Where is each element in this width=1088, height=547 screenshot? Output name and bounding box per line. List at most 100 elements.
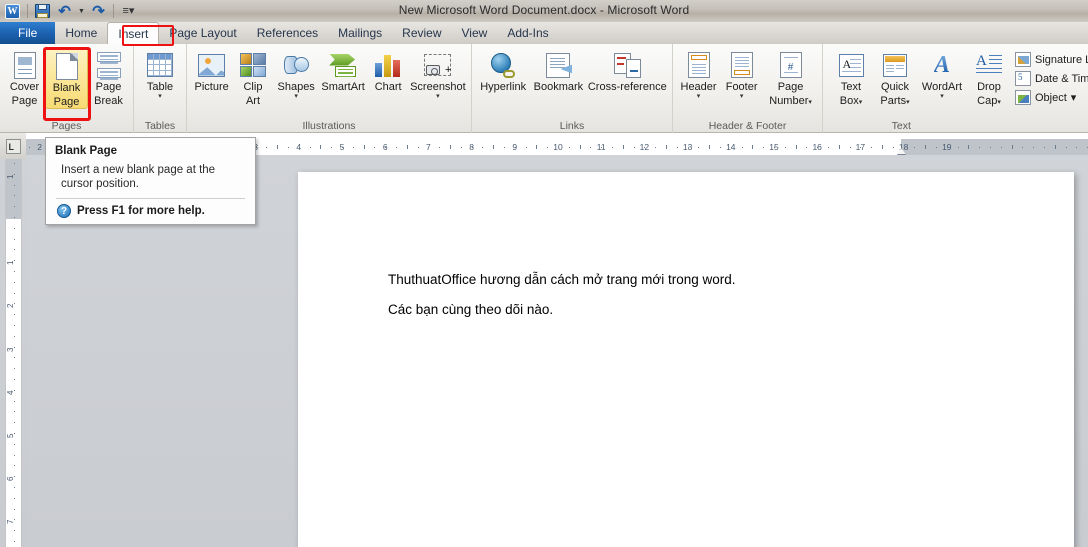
tab-file[interactable]: File [0,22,55,44]
ruler-tick [331,147,332,148]
ruler-tick [266,147,267,148]
smartart-label: SmartArt [321,82,364,94]
tab-view[interactable]: View [452,22,498,44]
text-box-dropdown-caret-icon[interactable]: ▾ [859,99,863,106]
cover-page-icon [10,50,40,80]
vertical-ruler[interactable]: 11234567 [5,159,22,547]
ruler-tick [439,147,440,148]
blank-page-button[interactable]: Blank Page [45,47,88,109]
ruler-tick [29,147,30,148]
group-label-links: Links [472,119,672,133]
vruler-tick [14,228,15,229]
smartart-icon [328,50,358,80]
ruler-tick [666,145,667,149]
paragraph-1: ThuthuatOffice hương dẫn cách mở trang m… [388,272,1028,288]
quick-parts-button[interactable]: Quick Parts▾ [873,47,917,107]
ruler-tick [482,147,483,148]
ribbon: Cover Page Blank Page [0,44,1088,133]
customize-qat-button[interactable]: ≡▾ [119,2,138,21]
document-body-text[interactable]: ThuthuatOffice hương dẫn cách mở trang m… [388,272,1028,318]
screenshot-dropdown-caret-icon[interactable]: ▾ [436,94,440,100]
picture-button[interactable]: Picture [191,47,232,94]
tab-stop-selector[interactable]: L [0,133,26,159]
drop-cap-button[interactable]: A Drop Cap▾ [967,47,1011,107]
ruler-tick [655,147,656,148]
footer-dropdown-caret-icon[interactable]: ▾ [740,94,744,100]
ruler-tick [698,147,699,148]
ribbon-group-pages: Cover Page Blank Page [0,44,133,133]
ruler-tick [461,147,462,148]
screenshot-button[interactable]: + Screenshot ▾ [409,47,467,100]
wordart-button[interactable]: A WordArt ▾ [917,47,967,100]
word-logo-button[interactable]: W [3,2,22,21]
vruler-tick [14,368,15,369]
document-page[interactable]: ThuthuatOffice hương dẫn cách mở trang m… [298,172,1074,547]
vruler-tick [14,217,15,218]
tab-add-ins[interactable]: Add-Ins [497,22,558,44]
page-number-button[interactable]: # Page Number▾ [763,47,818,107]
object-button[interactable]: Object ▾ [1011,88,1088,107]
tab-page-layout[interactable]: Page Layout [159,22,246,44]
quick-parts-label-2: Parts [880,95,906,107]
quick-parts-dropdown-caret-icon[interactable]: ▾ [906,99,910,106]
tab-stop-icon: L [6,139,21,154]
cross-reference-button[interactable]: Cross-reference [587,47,668,94]
tab-mailings[interactable]: Mailings [328,22,392,44]
ruler-tick [428,147,429,148]
page-break-label-1: Page [96,82,122,94]
table-icon [145,50,175,80]
vruler-tick [14,195,15,196]
vruler-number: 3 [6,344,22,355]
hyperlink-button[interactable]: Hyperlink [476,47,530,94]
ruler-tick [472,147,473,148]
tab-home[interactable]: Home [55,22,107,44]
shapes-button[interactable]: Shapes ▾ [274,47,319,100]
text-box-button[interactable]: A Text Box▾ [829,47,873,107]
drop-cap-dropdown-caret-icon[interactable]: ▾ [997,99,1001,106]
signature-line-button[interactable]: Signature Li [1011,50,1088,69]
cover-page-button[interactable]: Cover Page [4,47,45,107]
footer-button[interactable]: Footer ▾ [720,47,763,100]
clip-art-button[interactable]: Clip Art [232,47,273,107]
table-dropdown-caret-icon[interactable]: ▾ [158,94,162,100]
shapes-dropdown-caret-icon[interactable]: ▾ [294,94,298,100]
redo-button[interactable]: ↷ [89,2,108,21]
ribbon-group-text: A Text Box▾ [822,44,1088,133]
header-icon [684,50,714,80]
chevron-down-icon: ▼ [78,8,85,15]
page-number-dropdown-caret-icon[interactable]: ▾ [808,99,812,106]
ruler-tick [871,147,872,148]
ruler-tick [1044,147,1045,148]
customize-qat-icon: ≡▾ [123,7,135,16]
cross-reference-label: Cross-reference [588,82,667,94]
bookmark-button[interactable]: Bookmark [530,47,586,94]
wordart-dropdown-caret-icon[interactable]: ▾ [940,94,944,100]
vruler-tick [14,411,15,412]
object-dropdown-caret-icon[interactable]: ▾ [1071,91,1077,104]
header-button[interactable]: Header ▾ [677,47,720,100]
date-and-time-button[interactable]: Date & Time [1011,69,1088,88]
undo-dropdown-button[interactable]: ▼ [77,2,86,21]
ruler-tick [342,147,343,148]
qat-separator [27,4,28,18]
ribbon-group-tables: Table ▾ Tables [133,44,186,133]
shapes-icon [281,50,311,80]
undo-button[interactable]: ↶ [55,2,74,21]
signature-icon [1015,52,1031,67]
ruler-tick [623,145,624,149]
ruler-tick [882,145,883,149]
ruler-tick [806,147,807,148]
clip-art-label-1: Clip [243,82,262,94]
ruler-tick [526,147,527,148]
header-dropdown-caret-icon[interactable]: ▾ [697,94,701,100]
page-break-button[interactable]: Page Break [88,47,129,107]
table-label: Table [147,82,173,94]
smartart-button[interactable]: SmartArt [319,47,368,94]
table-button[interactable]: Table ▾ [138,47,182,100]
tab-review[interactable]: Review [392,22,451,44]
tab-insert[interactable]: Insert [107,22,159,44]
ruler-tick [817,147,818,148]
chart-button[interactable]: Chart [368,47,409,94]
save-button[interactable] [33,2,52,21]
tab-references[interactable]: References [247,22,328,44]
